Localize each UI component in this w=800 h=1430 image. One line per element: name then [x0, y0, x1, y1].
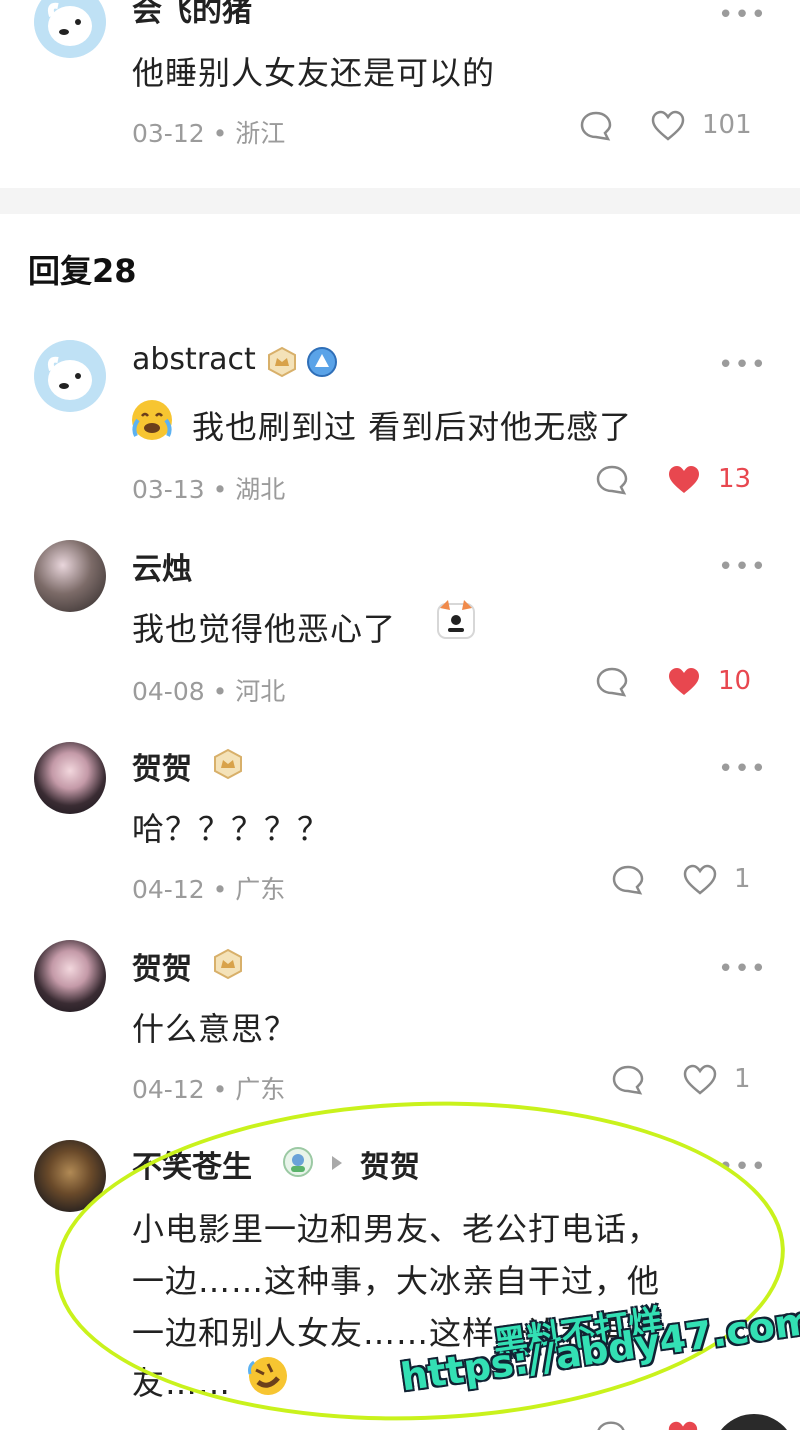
- heart-outline-icon[interactable]: [682, 862, 718, 898]
- comment-text: 哈？？？？？: [132, 810, 331, 848]
- avatar[interactable]: [34, 540, 106, 612]
- more-options-icon[interactable]: •••: [718, 2, 767, 28]
- floating-action-button[interactable]: [712, 1414, 796, 1430]
- reply-bubble-icon[interactable]: [610, 862, 646, 898]
- heart-outline-icon[interactable]: [650, 108, 686, 144]
- section-divider: [0, 188, 800, 214]
- level-badge-icon: [214, 948, 242, 980]
- heart-filled-icon[interactable]: [666, 1418, 700, 1430]
- level-badge-icon: [268, 346, 296, 378]
- comment-text: 他睡别人女友还是可以的: [132, 54, 496, 92]
- comment-author[interactable]: 会飞的猪: [132, 0, 252, 30]
- dog-avatar-icon: [34, 340, 106, 412]
- more-options-icon[interactable]: •••: [718, 352, 767, 378]
- comment-text: 我也觉得他恶心了: [132, 610, 397, 648]
- avatar[interactable]: [34, 742, 106, 814]
- crying-laughing-emoji-icon: [132, 400, 172, 440]
- avatar[interactable]: [34, 340, 106, 412]
- comment-author[interactable]: 云烛: [132, 544, 192, 588]
- heart-filled-icon[interactable]: [666, 664, 702, 700]
- level-badge-icon: [214, 748, 242, 780]
- avatar[interactable]: [34, 940, 106, 1012]
- more-options-icon[interactable]: •••: [718, 554, 767, 580]
- like-count: 1: [734, 1064, 751, 1094]
- reply-bubble-icon[interactable]: [594, 664, 630, 700]
- more-options-icon[interactable]: •••: [718, 956, 767, 982]
- comment-meta: 04-08 • 河北: [132, 677, 286, 706]
- replies-header: 回复28: [28, 252, 137, 290]
- comment-text: 我也刷到过 看到后对他无感了: [192, 408, 633, 446]
- like-count: 10: [718, 666, 752, 696]
- reply-bubble-icon[interactable]: [594, 1418, 628, 1430]
- heart-outline-icon[interactable]: [682, 1062, 718, 1098]
- reply-bubble-icon[interactable]: [578, 108, 614, 144]
- dog-avatar-icon: [34, 0, 106, 58]
- comment-thread-page: 会飞的猪 ••• 他睡别人女友还是可以的 03-12 • 浙江 101 回复28…: [0, 0, 800, 1430]
- reply-bubble-icon[interactable]: [594, 462, 630, 498]
- comment-author[interactable]: 贺贺: [132, 744, 192, 788]
- comment-meta: 03-12 • 浙江: [132, 119, 286, 148]
- cat-sticker-icon: [437, 600, 475, 639]
- comment-meta: 04-12 • 广东: [132, 1075, 286, 1104]
- more-options-icon[interactable]: •••: [718, 756, 767, 782]
- comment-text: 什么意思？: [132, 1010, 298, 1048]
- reply-bubble-icon[interactable]: [610, 1062, 646, 1098]
- comment-meta: 04-12 • 广东: [132, 875, 286, 904]
- verified-badge-icon: [307, 347, 337, 377]
- parent-comment: 会飞的猪 ••• 他睡别人女友还是可以的 03-12 • 浙江 101: [0, 0, 800, 188]
- comment-author[interactable]: abstract: [132, 342, 256, 377]
- like-count: 101: [702, 110, 752, 140]
- avatar[interactable]: [34, 0, 106, 58]
- like-count: 1: [734, 864, 751, 894]
- comment-author[interactable]: 贺贺: [132, 944, 192, 988]
- like-count: 13: [718, 464, 752, 494]
- comment-meta: 03-13 • 湖北: [132, 475, 286, 504]
- heart-filled-icon[interactable]: [666, 462, 702, 498]
